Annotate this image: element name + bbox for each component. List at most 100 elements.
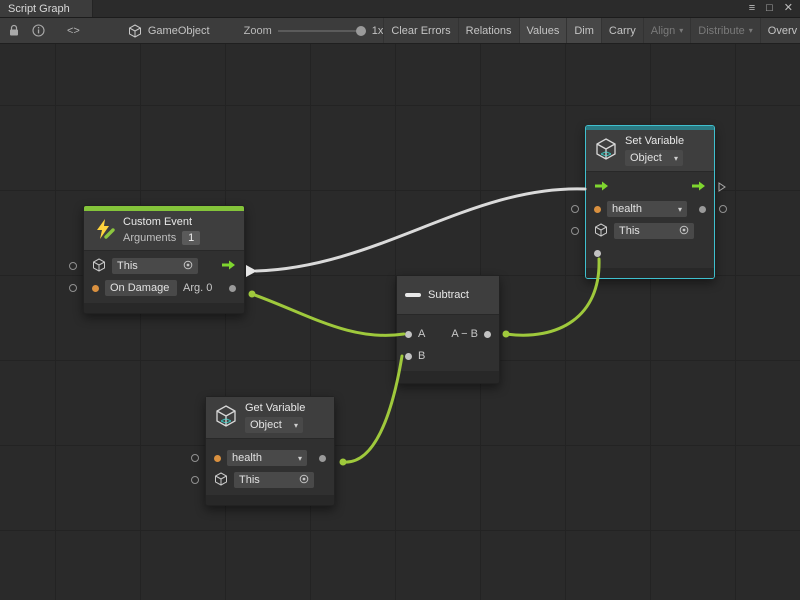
- flow-output-triangle-icon[interactable]: [246, 265, 257, 277]
- custom-event-body: This On Damage Arg. 0: [84, 251, 244, 303]
- node-title: Subtract: [428, 289, 469, 301]
- object-picker-icon[interactable]: [183, 260, 193, 273]
- node-set-variable[interactable]: <> Set Variable Object ▾: [585, 125, 715, 279]
- relations-button[interactable]: Relations: [458, 18, 519, 44]
- unconnected-port-icon[interactable]: [571, 227, 579, 235]
- variable-name-dropdown[interactable]: health ▾: [607, 201, 687, 217]
- node-title: Get Variable: [245, 402, 305, 414]
- unconnected-port-icon[interactable]: [571, 205, 579, 213]
- overview-button[interactable]: Overv: [760, 18, 800, 44]
- distribute-button[interactable]: Distribute▾: [690, 18, 759, 44]
- port-row-flow: [586, 176, 714, 198]
- node-subtract[interactable]: Subtract A A − B B: [396, 275, 500, 384]
- arguments-count-field[interactable]: 1: [182, 231, 200, 245]
- wire-flow-customevent-to-setvariable[interactable]: [256, 189, 585, 271]
- input-a-label: A: [418, 328, 425, 340]
- unconnected-port-icon[interactable]: [191, 476, 199, 484]
- string-port-icon[interactable]: [214, 455, 221, 462]
- target-object-field[interactable]: This: [112, 258, 198, 274]
- node-get-variable[interactable]: <> Get Variable Object ▾ health ▾: [205, 396, 335, 506]
- set-variable-header: <> Set Variable Object ▾: [586, 130, 714, 172]
- lightning-bolt-icon: [92, 217, 116, 244]
- port-row-value-input: [586, 242, 714, 264]
- event-name-field[interactable]: On Damage: [105, 280, 177, 296]
- maximize-icon[interactable]: □: [766, 3, 773, 14]
- node-footer: [586, 268, 714, 278]
- input-b-port[interactable]: [405, 353, 412, 360]
- unconnected-port-icon[interactable]: [69, 262, 77, 270]
- variable-scope-dropdown[interactable]: Object ▾: [245, 417, 303, 433]
- dim-button[interactable]: Dim: [566, 18, 601, 44]
- carry-button[interactable]: Carry: [601, 18, 643, 44]
- minus-icon: [405, 293, 421, 297]
- output-label: A − B: [451, 328, 478, 340]
- arguments-label: Arguments: [123, 232, 176, 244]
- node-title: Set Variable: [625, 135, 684, 147]
- flow-output-arrow-icon[interactable]: [221, 259, 236, 274]
- node-custom-event[interactable]: Custom Event Arguments 1 This: [83, 205, 245, 314]
- zoom-label: Zoom: [244, 25, 272, 37]
- port-row-target: This: [206, 469, 334, 491]
- unconnected-flow-triangle-icon[interactable]: [718, 182, 726, 192]
- arg0-output-port[interactable]: [229, 285, 236, 292]
- string-port-icon[interactable]: [92, 285, 99, 292]
- values-button[interactable]: Values: [519, 18, 567, 44]
- input-a-port[interactable]: [405, 331, 412, 338]
- flow-input-arrow-icon[interactable]: [594, 180, 609, 195]
- chevron-down-icon: ▾: [298, 454, 302, 463]
- cube-icon: [214, 472, 228, 489]
- target-object-field[interactable]: This: [614, 223, 694, 239]
- target-object-field[interactable]: This: [234, 472, 314, 488]
- svg-text:<>: <>: [221, 416, 232, 426]
- value-input-port[interactable]: [594, 250, 601, 257]
- value-output-port[interactable]: [699, 206, 706, 213]
- zoom-slider-knob[interactable]: [356, 26, 366, 36]
- gameobject-cube-icon: [128, 24, 142, 38]
- string-port-icon[interactable]: [594, 206, 601, 213]
- port-row-b: B: [397, 345, 499, 367]
- get-variable-header: <> Get Variable Object ▾: [206, 397, 334, 439]
- tab-script-graph[interactable]: Script Graph: [0, 0, 93, 17]
- object-picker-icon[interactable]: [299, 474, 309, 487]
- port-row-target: This: [586, 220, 714, 242]
- port-row-event: On Damage Arg. 0: [84, 277, 244, 299]
- flow-output-arrow-icon[interactable]: [691, 180, 706, 195]
- value-output-port[interactable]: [319, 455, 326, 462]
- port-row-name: health ▾: [586, 198, 714, 220]
- align-button[interactable]: Align▾: [643, 18, 690, 44]
- zoom-slider[interactable]: [278, 30, 366, 32]
- arg0-label: Arg. 0: [183, 282, 212, 294]
- unconnected-port-icon[interactable]: [69, 284, 77, 292]
- variable-name-dropdown[interactable]: health ▾: [227, 450, 307, 466]
- node-footer: [397, 371, 499, 383]
- zoom-value: 1x: [372, 25, 384, 37]
- chevron-down-icon: ▾: [294, 421, 298, 430]
- wire-endpoint-dot: [340, 459, 347, 466]
- graph-canvas[interactable]: Custom Event Arguments 1 This: [0, 44, 800, 600]
- wire-getvariable-to-subtract-b[interactable]: [343, 356, 402, 462]
- result-output-port[interactable]: [484, 331, 491, 338]
- window-menu-icon[interactable]: ≡: [749, 3, 755, 14]
- unconnected-port-icon[interactable]: [719, 205, 727, 213]
- clear-errors-button[interactable]: Clear Errors: [383, 18, 457, 44]
- node-footer: [206, 495, 334, 505]
- code-icon[interactable]: <>: [67, 25, 80, 37]
- wire-arg0-to-subtract-a[interactable]: [252, 294, 404, 335]
- set-variable-body: health ▾ This: [586, 172, 714, 268]
- info-icon[interactable]: [32, 24, 45, 37]
- lock-icon[interactable]: [8, 24, 20, 37]
- cube-icon: [594, 223, 608, 240]
- custom-event-header: Custom Event Arguments 1: [84, 211, 244, 251]
- gameobject-selector[interactable]: GameObject: [148, 25, 210, 37]
- close-icon[interactable]: ✕: [784, 3, 793, 14]
- window-tab-bar: Script Graph ≡ □ ✕: [0, 0, 800, 18]
- variable-scope-dropdown[interactable]: Object ▾: [625, 150, 683, 166]
- get-variable-body: health ▾ This: [206, 439, 334, 495]
- subtract-body: A A − B B: [397, 315, 499, 371]
- cube-icon: [92, 258, 106, 275]
- chevron-down-icon: ▾: [678, 205, 682, 214]
- unconnected-port-icon[interactable]: [191, 454, 199, 462]
- port-row-target: This: [84, 255, 244, 277]
- chevron-down-icon: ▾: [679, 26, 683, 35]
- object-picker-icon[interactable]: [679, 225, 689, 238]
